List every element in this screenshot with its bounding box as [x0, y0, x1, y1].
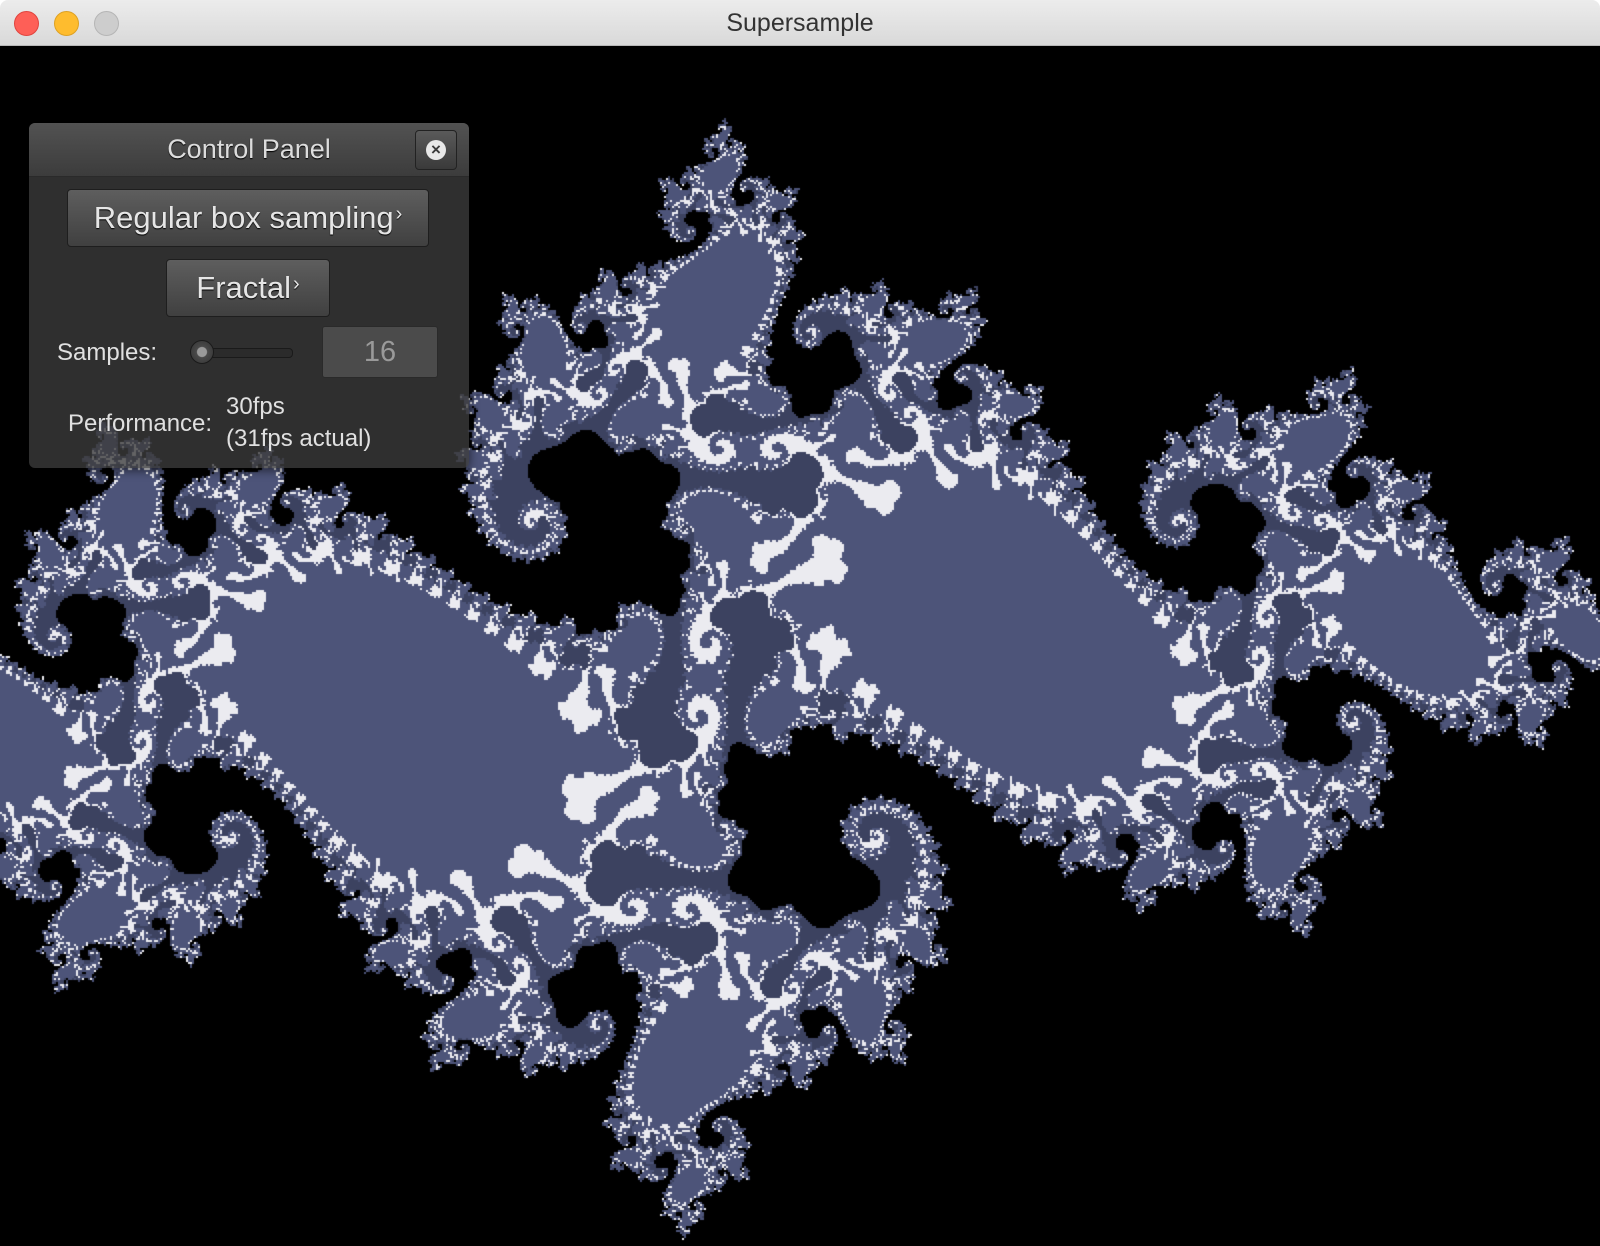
fractal-viewport[interactable]: Control Panel × Regular box sampling › Fr…	[0, 46, 1600, 1246]
title-bar[interactable]: Supersample	[0, 0, 1600, 46]
sampling-mode-button[interactable]: Regular box sampling ›	[67, 189, 429, 247]
samples-label: Samples:	[57, 339, 158, 366]
samples-value-field[interactable]: 16	[322, 326, 438, 378]
chevron-right-icon: ›	[395, 203, 403, 225]
performance-target: 30fps	[226, 393, 285, 420]
control-panel-header[interactable]: Control Panel ×	[29, 123, 469, 177]
control-panel-title: Control Panel	[167, 134, 331, 164]
performance-label: Performance:	[68, 410, 213, 437]
app-window: Supersample Control Panel × Regular box …	[0, 0, 1600, 1246]
control-panel: Control Panel × Regular box sampling › Fr…	[29, 123, 469, 468]
window-title: Supersample	[726, 9, 874, 37]
samples-slider-handle[interactable]	[190, 340, 214, 364]
chevron-right-icon: ›	[293, 273, 300, 295]
close-icon: ×	[426, 140, 446, 160]
control-panel-close-button[interactable]: ×	[415, 130, 457, 170]
fractal-button-label: Fractal	[196, 270, 292, 305]
performance-actual: (31fps actual)	[226, 425, 372, 452]
fractal-button[interactable]: Fractal ›	[166, 259, 330, 317]
sampling-mode-label: Regular box sampling	[93, 200, 394, 235]
